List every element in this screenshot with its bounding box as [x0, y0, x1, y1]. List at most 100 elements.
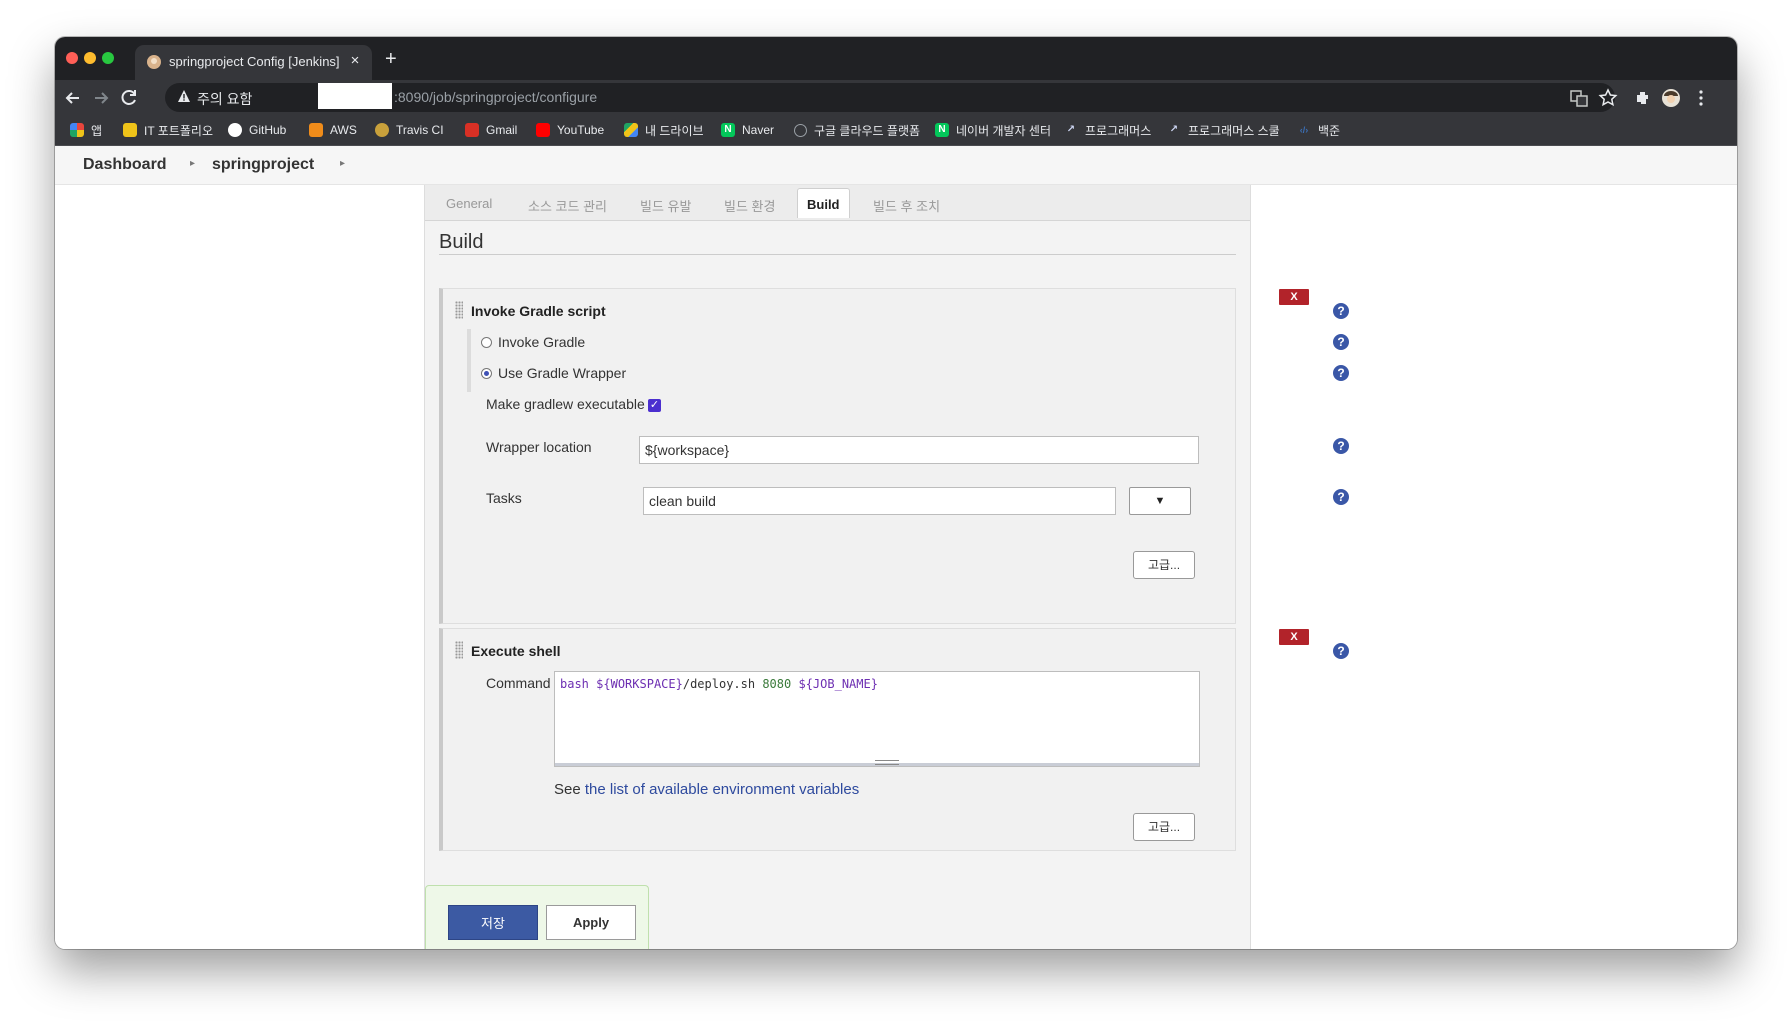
- bookmark-youtube[interactable]: YouTube: [536, 122, 604, 138]
- naver-icon: N: [721, 123, 735, 137]
- naver-dev-icon: N: [935, 123, 949, 137]
- close-window-button[interactable]: [66, 52, 78, 64]
- code-token-jobname: ${JOB_NAME}: [798, 677, 878, 691]
- radio-group-bar: [467, 329, 471, 392]
- make-executable-checkbox[interactable]: ✓: [648, 399, 661, 412]
- advanced-button[interactable]: 고급...: [1133, 813, 1195, 841]
- help-icon[interactable]: ?: [1333, 365, 1349, 381]
- forward-icon[interactable]: [91, 88, 111, 108]
- config-tabs: General 소스 코드 관리 빌드 유발 빌드 환경 Build 빌드 후 …: [425, 185, 1250, 221]
- translate-icon[interactable]: [1569, 88, 1589, 108]
- url-text[interactable]: :8090/job/springproject/configure: [394, 89, 597, 105]
- tasks-expand-button[interactable]: ▼: [1129, 487, 1191, 515]
- drag-handle-icon[interactable]: [455, 301, 463, 319]
- address-bar[interactable]: 주의 요함 :8090/job/springproject/configure: [165, 83, 1615, 112]
- apply-button[interactable]: Apply: [546, 905, 636, 940]
- aws-icon: [309, 123, 323, 137]
- tab-scm[interactable]: 소스 코드 관리: [528, 196, 607, 215]
- new-tab-button[interactable]: +: [385, 49, 397, 69]
- drag-handle-icon[interactable]: [455, 641, 463, 659]
- breadcrumb-springproject[interactable]: springproject: [212, 156, 314, 174]
- tasks-input[interactable]: clean build: [643, 487, 1116, 515]
- breadcrumb: Dashboard ▸ springproject ▸: [55, 146, 1737, 185]
- bookmark-github[interactable]: GitHub: [228, 122, 286, 138]
- wrapper-location-label: Wrapper location: [486, 439, 592, 455]
- minimize-window-button[interactable]: [84, 52, 96, 64]
- programmers-school-icon: ↗: [1169, 124, 1179, 135]
- invoke-gradle-radio[interactable]: [481, 337, 492, 348]
- form-action-bar: 저장 Apply: [425, 885, 649, 949]
- tab-strip: springproject Config [Jenkins] × +: [55, 37, 1737, 80]
- delete-step-button[interactable]: X: [1279, 289, 1309, 305]
- bookmark-naver[interactable]: N Naver: [721, 122, 774, 138]
- maximize-window-button[interactable]: [102, 52, 114, 64]
- back-icon[interactable]: [63, 88, 83, 108]
- bookmark-my-drive[interactable]: 내 드라이브: [624, 122, 704, 138]
- profile-avatar-icon[interactable]: [1661, 88, 1681, 108]
- bookmark-gmail[interactable]: Gmail: [465, 122, 517, 138]
- command-editor[interactable]: bash ${WORKSPACE}/deploy.sh 8080 ${JOB_N…: [554, 671, 1200, 767]
- reload-icon[interactable]: [119, 88, 139, 108]
- code-token-cmd: bash: [560, 677, 589, 691]
- gmail-icon: [465, 123, 479, 137]
- help-icon[interactable]: ?: [1333, 303, 1349, 319]
- config-panel: General 소스 코드 관리 빌드 유발 빌드 환경 Build 빌드 후 …: [424, 185, 1349, 949]
- breadcrumb-chevron-icon[interactable]: ▸: [340, 158, 345, 169]
- help-icon[interactable]: ?: [1333, 643, 1349, 659]
- use-gradle-wrapper-label[interactable]: Use Gradle Wrapper: [498, 365, 626, 381]
- help-icon[interactable]: ?: [1333, 489, 1349, 505]
- help-icon[interactable]: ?: [1333, 438, 1349, 454]
- env-vars-prefix: See: [554, 781, 581, 798]
- browser-tab[interactable]: springproject Config [Jenkins] ×: [135, 45, 372, 80]
- section-title: Build: [439, 231, 484, 253]
- tab-general[interactable]: General: [446, 196, 492, 211]
- redacted-host: [318, 83, 392, 109]
- shell-build-step: Execute shell X ? Command bash ${WORKSPA…: [439, 628, 1349, 851]
- help-icon[interactable]: ?: [1333, 334, 1349, 350]
- youtube-icon: [536, 123, 550, 137]
- drive-icon: [624, 123, 638, 137]
- bookmark-star-icon[interactable]: [1598, 88, 1618, 108]
- jenkins-page: Dashboard ▸ springproject ▸ General 소스 코…: [55, 146, 1737, 949]
- command-label: Command: [486, 675, 551, 691]
- breadcrumb-dashboard[interactable]: Dashboard: [83, 156, 167, 174]
- bookmark-programmers[interactable]: ↗ 프로그래머스: [1064, 122, 1151, 138]
- bookmark-aws[interactable]: AWS: [309, 122, 357, 138]
- code-token-workspace: ${WORKSPACE}: [596, 677, 683, 691]
- bookmark-naver-developers[interactable]: N 네이버 개발자 센터: [935, 122, 1051, 138]
- tab-build-triggers[interactable]: 빌드 유발: [640, 196, 691, 215]
- code-token-path: /deploy.sh: [682, 677, 756, 691]
- invoke-gradle-label[interactable]: Invoke Gradle: [498, 334, 585, 350]
- warning-icon: [178, 90, 190, 102]
- advanced-button[interactable]: 고급...: [1133, 551, 1195, 579]
- browser-window: springproject Config [Jenkins] × + 주의 요함…: [55, 37, 1737, 949]
- tab-post-build[interactable]: 빌드 후 조치: [873, 196, 940, 215]
- tab-build-environment[interactable]: 빌드 환경: [724, 196, 775, 215]
- use-gradle-wrapper-radio[interactable]: [481, 368, 492, 379]
- security-status[interactable]: 주의 요함: [197, 89, 252, 109]
- breadcrumb-chevron-icon[interactable]: ▸: [190, 158, 195, 169]
- bookmark-travis-ci[interactable]: Travis CI: [375, 122, 444, 138]
- bookmark-it-portfolio[interactable]: IT 포트폴리오: [123, 122, 213, 138]
- gcp-icon: [794, 123, 807, 137]
- tab-build[interactable]: Build: [797, 188, 850, 218]
- tab-close-icon[interactable]: ×: [346, 52, 364, 70]
- delete-step-button[interactable]: X: [1279, 629, 1309, 645]
- bookmark-apps[interactable]: 앱: [70, 122, 102, 138]
- bookmark-google-cloud[interactable]: 구글 클라우드 플랫폼: [794, 122, 920, 138]
- bookmark-baekjoon[interactable]: ‹/› 백준: [1297, 122, 1340, 138]
- portfolio-icon: [123, 123, 137, 137]
- bookmark-programmers-school[interactable]: ↗ 프로그래머스 스쿨: [1167, 122, 1280, 138]
- resize-grip-icon[interactable]: [875, 760, 899, 765]
- save-button[interactable]: 저장: [448, 905, 538, 940]
- programmers-icon: ↗: [1066, 124, 1076, 135]
- menu-kebab-icon[interactable]: [1691, 88, 1711, 108]
- make-executable-label: Make gradlew executable: [486, 396, 645, 412]
- tasks-label: Tasks: [486, 490, 522, 506]
- extensions-icon[interactable]: [1633, 88, 1653, 108]
- wrapper-location-input[interactable]: ${workspace}: [639, 436, 1199, 464]
- jenkins-favicon-icon: [147, 55, 161, 69]
- travis-icon: [375, 123, 389, 137]
- env-vars-link[interactable]: the list of available environment variab…: [585, 781, 859, 798]
- step-title: Invoke Gradle script: [471, 303, 606, 319]
